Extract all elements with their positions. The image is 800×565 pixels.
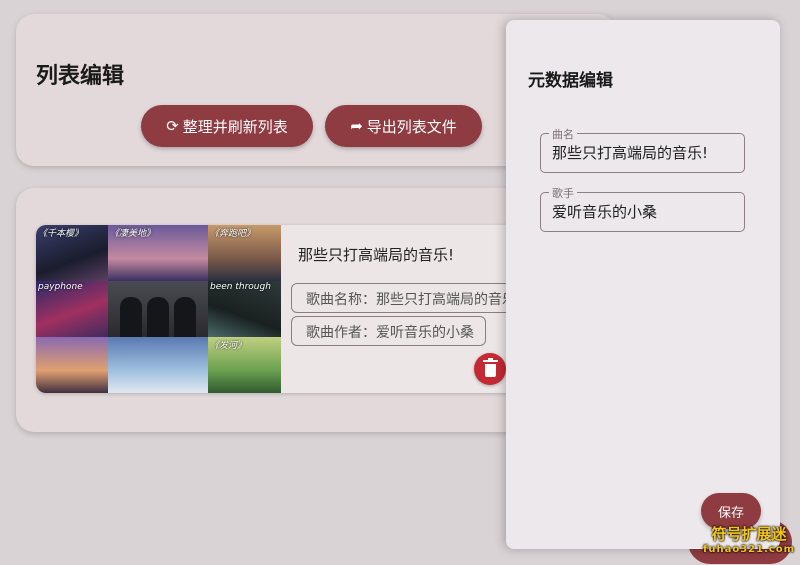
export-list-button[interactable]: ➦ 导出列表文件 bbox=[325, 105, 482, 147]
song-title-label: 曲名 bbox=[549, 126, 577, 142]
list-editor-title: 列表编辑 bbox=[36, 64, 125, 89]
song-author-field: 歌曲作者：爱听音乐的小桑 bbox=[291, 316, 486, 346]
save-button[interactable]: 保存 bbox=[701, 493, 761, 529]
watermark-line2: fuhao321.com bbox=[703, 544, 796, 555]
panel-title: 元数据编辑 bbox=[528, 71, 613, 91]
cover-tile: been through bbox=[208, 281, 281, 337]
site-watermark: 符号扩展迷 fuhao321.com bbox=[703, 526, 795, 558]
cover-tile: 《发河》 bbox=[208, 337, 281, 393]
song-title: 那些只打高端局的音乐! bbox=[298, 246, 455, 264]
cover-tile bbox=[108, 337, 208, 393]
artist-label: 歌手 bbox=[549, 185, 577, 201]
cover-tile: 《奔跑吧》 bbox=[208, 225, 281, 281]
song-title-input[interactable]: 曲名 那些只打高端局的音乐! bbox=[540, 126, 745, 173]
refresh-icon: ⟳ bbox=[166, 117, 179, 135]
cover-tile: 《凄美地》 bbox=[108, 225, 208, 281]
metadata-edit-panel: 元数据编辑 曲名 那些只打高端局的音乐! 歌手 爱听音乐的小桑 保存 bbox=[506, 20, 780, 549]
cover-tile bbox=[108, 281, 208, 337]
song-cover-collage: 《千本樱》 《凄美地》 《奔跑吧》 payphone been through … bbox=[36, 225, 281, 393]
artist-value: 爱听音乐的小桑 bbox=[552, 203, 658, 221]
watermark-line1: 符号扩展迷 bbox=[711, 525, 787, 543]
cover-tile bbox=[36, 337, 108, 393]
trash-icon bbox=[482, 358, 498, 377]
cover-tile: 《千本樱》 bbox=[36, 225, 108, 281]
refresh-list-label: 整理并刷新列表 bbox=[182, 117, 288, 136]
delete-song-button[interactable] bbox=[474, 353, 506, 385]
cover-tile: payphone bbox=[36, 281, 108, 337]
song-title-value: 那些只打高端局的音乐! bbox=[552, 144, 709, 162]
share-arrow-icon: ➦ bbox=[350, 117, 363, 135]
artist-input[interactable]: 歌手 爱听音乐的小桑 bbox=[540, 185, 745, 232]
export-list-label: 导出列表文件 bbox=[366, 117, 457, 136]
refresh-list-button[interactable]: ⟳ 整理并刷新列表 bbox=[141, 105, 313, 147]
